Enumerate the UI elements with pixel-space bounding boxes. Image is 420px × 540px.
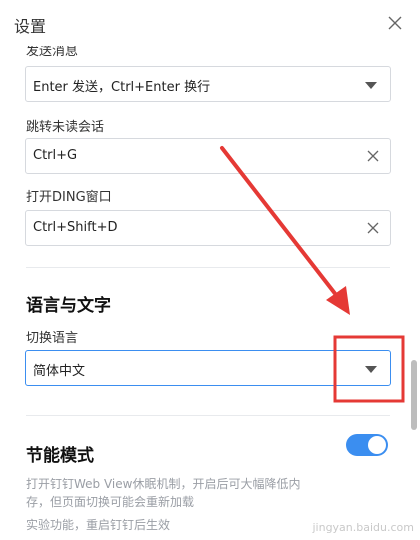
watermark: jingyan.baidu.com	[312, 521, 414, 534]
jump-unread-label: 跳转未读会话	[26, 120, 105, 135]
close-icon[interactable]	[386, 14, 404, 32]
clear-icon[interactable]	[366, 221, 380, 235]
open-ding-field[interactable]: Ctrl+Shift+D	[25, 210, 391, 246]
language-value: 简体中文	[33, 364, 86, 379]
scrollbar-thumb[interactable]	[411, 360, 417, 430]
window-title: 设置	[14, 17, 47, 36]
power-saving-section-title: 节能模式	[26, 446, 94, 466]
settings-content: 发送消息 Enter 发送，Ctrl+Enter 换行 跳转未读会话 Ctrl+…	[0, 46, 404, 540]
chevron-down-icon[interactable]	[365, 82, 377, 89]
section-divider	[26, 415, 390, 416]
power-saving-toggle[interactable]	[346, 434, 388, 456]
clear-icon[interactable]	[366, 149, 380, 163]
language-section-title: 语言与文字	[26, 296, 111, 316]
send-message-label: 发送消息	[26, 46, 79, 59]
send-message-value: Enter 发送，Ctrl+Enter 换行	[33, 80, 211, 95]
send-message-select[interactable]: Enter 发送，Ctrl+Enter 换行	[25, 66, 391, 102]
jump-unread-value: Ctrl+G	[33, 148, 78, 163]
switch-language-label: 切换语言	[26, 331, 79, 346]
open-ding-label: 打开DING窗口	[26, 190, 112, 205]
power-saving-description: 打开钉钉Web View休眠机制，开启后可大幅降低内存，但页面切换可能会重新加载	[26, 477, 301, 509]
language-select[interactable]: 简体中文	[25, 350, 391, 386]
title-bar: 设置	[0, 0, 420, 46]
scrollbar-track[interactable]	[408, 46, 420, 540]
power-saving-note: 实验功能，重启钉钉后生效	[26, 518, 171, 532]
chevron-down-icon[interactable]	[365, 366, 377, 373]
open-ding-value: Ctrl+Shift+D	[33, 220, 118, 235]
jump-unread-field[interactable]: Ctrl+G	[25, 138, 391, 174]
section-divider	[26, 267, 390, 268]
toggle-knob	[368, 436, 386, 454]
